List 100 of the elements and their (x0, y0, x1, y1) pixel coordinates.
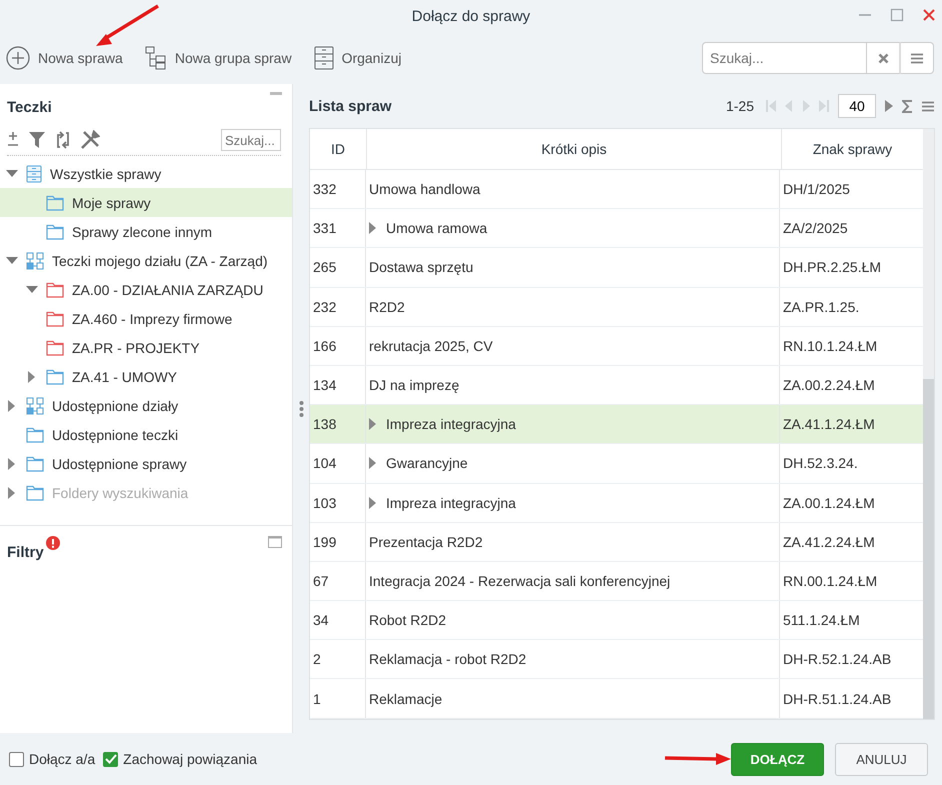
table-row[interactable]: 166 rekrutacja 2025, CV RN.10.1.24.ŁM (310, 326, 923, 366)
checkbox[interactable] (103, 752, 118, 766)
sum-icon[interactable] (902, 100, 913, 112)
table-cell: Integracja 2024 - Rezerwacja sali konferencyjnej (369, 572, 670, 589)
tree-item[interactable]: Udostępnione teczki (0, 420, 292, 449)
tree-item[interactable]: Udostępnione sprawy (0, 449, 292, 478)
panel-title: Teczki (7, 98, 52, 116)
refresh-icon[interactable] (55, 131, 71, 149)
table-row[interactable]: 199 Prezentacja R2D2 ZA.41.2.24.ŁM (310, 522, 923, 562)
table-row[interactable]: 103 Impreza integracyjna ZA.00.1.24.ŁM (310, 484, 923, 523)
tree-item[interactable]: ZA.41 - UMOWY (0, 362, 292, 391)
page-size-field[interactable]: 40 (838, 94, 876, 118)
hierarchy-icon (144, 46, 167, 70)
table-cell: 104 (310, 444, 366, 482)
tree-item[interactable]: Sprawy zlecone innym (0, 217, 292, 246)
table-cell-text: 511.1.24.ŁM (782, 611, 861, 630)
table-row[interactable]: 331 Umowa ramowa ZA/2/2025 (310, 209, 923, 248)
tree-item[interactable]: Teczki mojego działu (ZA - Zarząd) (0, 246, 292, 275)
table-row[interactable]: 2 Reklamacja - robot R2D2 DH-R.52.1.24.AB (310, 640, 923, 680)
table-cell: 1 (310, 679, 366, 718)
collapsed-icon[interactable] (8, 400, 16, 412)
table-cell: Impreza integracyjna (386, 416, 516, 432)
table-row[interactable]: 332 Umowa handlowa DH/1/2025 (310, 170, 923, 210)
search-field[interactable]: Szukaj... (221, 129, 281, 151)
column-header[interactable]: Krótki opis (367, 129, 782, 169)
table-cell: 34 (310, 601, 366, 640)
table-row[interactable]: 138 Impreza integracyjna ZA.41.1.24.ŁM (310, 405, 923, 444)
table-cell: 332 (310, 170, 366, 208)
close-icon[interactable] (922, 8, 936, 22)
collapsed-icon[interactable] (28, 370, 36, 382)
expand-icon[interactable] (369, 418, 376, 430)
checkbox-option[interactable]: Zachowaj powiązania (103, 751, 258, 767)
toolbar-button[interactable]: Nowa grupa spraw (144, 46, 292, 70)
add-icon (6, 46, 30, 70)
tree-item[interactable]: ZA.PR - PROJEKTY (0, 333, 292, 362)
collapsed-icon[interactable] (8, 458, 16, 470)
checkbox-option[interactable]: Dołącz a/a (9, 751, 96, 767)
splitter-handle[interactable] (298, 400, 304, 418)
table-row[interactable]: 1 Reklamacje DH-R.51.1.24.AB (310, 679, 923, 719)
table-cell: Prezentacja R2D2 (369, 534, 483, 550)
tree-item[interactable]: Wszystkie sprawy (0, 159, 292, 188)
table-cell-text: RN.00.1.24.ŁM (782, 572, 878, 591)
table-cell-text: DH.52.3.24. (782, 454, 859, 474)
clear-icon[interactable] (878, 52, 888, 64)
expanded-icon[interactable] (6, 170, 18, 178)
tree-item[interactable]: Udostępnione działy (0, 391, 292, 420)
annotation-arrow (664, 752, 732, 766)
panel-title: Lista spraw (309, 98, 392, 114)
table-cell: 166 (310, 326, 366, 365)
search-field[interactable]: Szukaj... (702, 42, 866, 74)
expand-icon[interactable] (369, 457, 376, 470)
table-cell-text: DH-R.51.1.24.AB (782, 690, 892, 709)
table-cell: Reklamacje (369, 690, 442, 707)
table-cell: Impreza integracyjna (386, 494, 516, 511)
table-row[interactable]: 34 Robot R2D2 511.1.24.ŁM (310, 601, 923, 640)
window-title: Dołącz do sprawy (412, 8, 530, 24)
table-cell-text: ZA.PR.1.25. (782, 298, 860, 317)
table-cell-text: ZA.00.2.24.ŁM (782, 376, 876, 396)
table-cell: 265 (310, 248, 366, 287)
expand-icon[interactable] (369, 496, 376, 509)
scrollbar[interactable] (923, 129, 934, 719)
dialog-button[interactable]: ANULUJ (835, 742, 928, 776)
table-row[interactable]: 232 R2D2 ZA.PR.1.25. (310, 288, 923, 327)
table-cell-text: ZA.00.1.24.ŁM (782, 494, 876, 513)
menu-icon[interactable] (922, 100, 934, 112)
menu-icon[interactable] (911, 52, 923, 64)
checkbox[interactable] (9, 752, 24, 766)
table-cell-text: DH.PR.2.25.ŁM (782, 258, 882, 278)
expanded-icon[interactable] (26, 286, 38, 294)
table-cell: Umowa ramowa (386, 220, 488, 236)
cabinet-icon (314, 46, 334, 70)
dialog-button[interactable]: DOŁĄCZ (731, 742, 824, 776)
column-header[interactable]: Znak sprawy (782, 129, 923, 169)
expanded-icon[interactable] (6, 256, 18, 264)
tree-item[interactable]: ZA.460 - Imprezy firmowe (0, 304, 292, 333)
go-icon[interactable] (885, 100, 893, 112)
filter-icon[interactable] (28, 131, 46, 149)
table-row[interactable]: 265 Dostawa sprzętu DH.PR.2.25.ŁM (310, 248, 923, 288)
expand-icon[interactable] (369, 222, 376, 234)
tree-item[interactable]: Moje sprawy (0, 188, 292, 217)
table-cell: rekrutacja 2025, CV (369, 338, 493, 354)
tree-item[interactable]: ZA.00 - DZIAŁANIA ZARZĄDU (0, 275, 292, 304)
table-cell-text: ZA/2/2025 (782, 219, 849, 238)
table-cell: Umowa handlowa (369, 181, 480, 198)
toolbar-button[interactable]: Nowa sprawa (6, 46, 123, 70)
table-cell: 138 (310, 405, 366, 444)
tools-icon[interactable] (80, 130, 100, 150)
toolbar-button[interactable]: Organizuj (314, 46, 402, 70)
maximize-icon[interactable] (890, 8, 904, 22)
expand-collapse-icon[interactable] (7, 131, 19, 149)
table-cell: Reklamacja - robot R2D2 (369, 651, 526, 668)
table-cell: 232 (310, 288, 366, 326)
column-header[interactable]: ID (310, 129, 367, 169)
table-cell-text: ZA.41.2.24.ŁM (782, 532, 876, 552)
table-row[interactable]: 104 Gwarancyjne DH.52.3.24. (310, 444, 923, 484)
table-row[interactable]: 67 Integracja 2024 - Rezerwacja sali konferencyjnej RN.00.1.24.ŁM (310, 562, 923, 602)
collapse-icon[interactable] (270, 92, 282, 96)
maximize-icon[interactable] (268, 536, 282, 548)
table-cell: Dostawa sprzętu (369, 259, 474, 276)
table-cell-text: DH/1/2025 (782, 180, 851, 200)
